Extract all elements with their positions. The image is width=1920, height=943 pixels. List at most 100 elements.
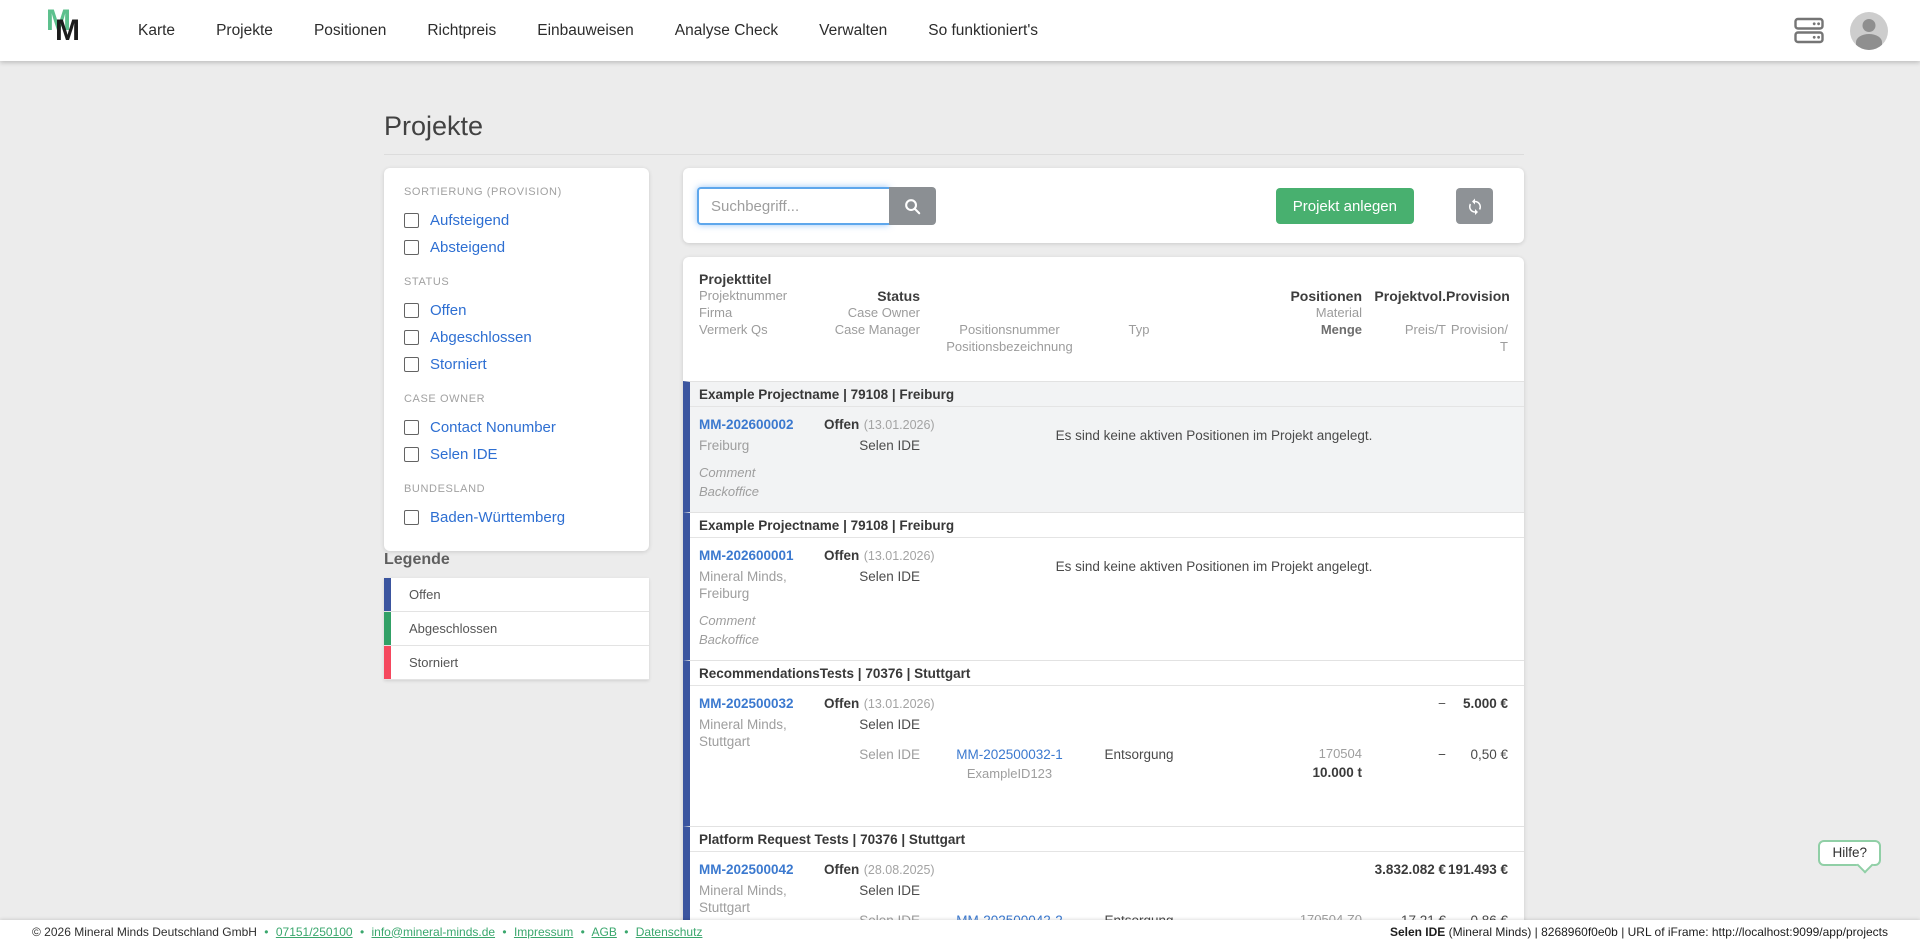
footer-separator: • [624,924,629,939]
position-provision: 0,50 € [1470,747,1508,762]
status-date: (13.01.2026) [863,418,935,432]
checkbox-icon[interactable] [404,447,419,462]
col-positionen: Positionen [1290,288,1362,304]
status-badge: Offen [824,417,860,432]
search-button[interactable] [889,187,936,225]
search-group [697,187,936,225]
footer-phone-link[interactable]: 07151/250100 [276,925,353,939]
legend-title: Legende [384,551,450,568]
project-volume: − [1438,696,1446,711]
nav-item-projekte[interactable]: Projekte [216,22,273,40]
footer-left: © 2026 Mineral Minds Deutschland GmbH • … [32,925,702,939]
case-owner: Selen IDE [859,569,920,584]
refresh-icon [1468,198,1481,215]
header-col-positionen: Positionen Material Menge [1179,271,1362,356]
search-input[interactable] [697,187,889,225]
filter-option-label[interactable]: Abgeschlossen [430,329,532,346]
user-avatar-icon[interactable] [1850,11,1888,50]
project-row-group[interactable]: Example Projectname | 79108 | Freiburg M… [683,381,1524,512]
checkbox-icon[interactable] [404,240,419,255]
project-status-cell: Offen (13.01.2026) Selen IDE [824,547,935,585]
filter-option-absteigend[interactable]: Absteigend [404,234,629,261]
filter-sidebar: SORTIERUNG (PROVISION) Aufsteigend Abste… [384,168,649,551]
project-firma: Mineral Minds, Stuttgart [699,883,787,915]
filter-option-abgeschlossen[interactable]: Abgeschlossen [404,324,629,351]
footer-datenschutz-link[interactable]: Datenschutz [636,925,703,939]
nav-item-richtpreis[interactable]: Richtpreis [427,22,496,40]
checkbox-icon[interactable] [404,420,419,435]
nav-item-karte[interactable]: Karte [138,22,175,40]
filter-section-sortierung: SORTIERUNG (PROVISION) Aufsteigend Abste… [404,186,629,261]
project-row-group[interactable]: Example Projectname | 79108 | Freiburg M… [683,512,1524,660]
project-row-group[interactable]: RecommendationsTests | 70376 | Stuttgart… [683,660,1524,826]
checkbox-icon[interactable] [404,510,419,525]
project-row: MM-202600002 Freiburg Comment Backoffice… [690,407,1524,512]
filter-option-label[interactable]: Absteigend [430,239,505,256]
col-projektvol: Projektvol. [1374,288,1446,304]
position-number-cell: MM-202500042-2 Test Direkt Übernehmen [920,912,1099,920]
footer-impressum-link[interactable]: Impressum [514,925,573,939]
filter-option-label[interactable]: Baden-Württemberg [430,509,565,526]
project-firma: Mineral Minds, Freiburg [699,569,787,601]
col-projektnummer: Projektnummer [699,288,788,303]
header-col-typ: Typ [1099,271,1179,356]
position-number-link[interactable]: MM-202500032-1 [956,747,1063,762]
checkbox-icon[interactable] [404,330,419,345]
col-preis-t: Preis/T [1404,322,1446,337]
project-number-link[interactable]: MM-202500032 [699,695,794,712]
status-badge: Offen [824,548,860,563]
position-number-link[interactable]: MM-202500042-2 [956,913,1063,920]
checkbox-icon[interactable] [404,357,419,372]
project-comment: Comment [699,465,756,480]
filter-option-storniert[interactable]: Storniert [404,351,629,378]
filter-option-label[interactable]: Aufsteigend [430,212,509,229]
footer-agb-link[interactable]: AGB [592,925,617,939]
position-material: 170504 [1318,746,1362,761]
filter-section-label: STATUS [404,276,450,288]
nav-item-einbauweisen[interactable]: Einbauweisen [537,22,634,40]
filter-option-aufsteigend[interactable]: Aufsteigend [404,207,629,234]
position-case-manager: Selen IDE [824,912,920,920]
filter-option-label[interactable]: Contact Nonumber [430,419,556,436]
filter-option-label[interactable]: Selen IDE [430,446,498,463]
filter-option-contact-nonumber[interactable]: Contact Nonumber [404,414,629,441]
checkbox-icon[interactable] [404,213,419,228]
col-positionsbezeichnung: Positionsbezeichnung [946,339,1073,354]
position-preis: 17,21 € [1362,912,1446,920]
project-number-link[interactable]: MM-202500042 [699,861,794,878]
project-backoffice: Backoffice [699,484,759,499]
filter-option-label[interactable]: Storniert [430,356,487,373]
filter-option-baden-wuerttemberg[interactable]: Baden-Württemberg [404,504,629,531]
position-material-cell: 170504 10.000 t [1179,746,1362,782]
project-number-link[interactable]: MM-202600001 [699,547,794,564]
filter-section-case-owner: CASE OWNER Contact Nonumber Selen IDE [404,393,629,468]
legend-color-bar [384,612,391,645]
header-col-projektvol: Projektvol. Preis/T [1362,271,1446,356]
create-project-button[interactable]: Projekt anlegen [1275,188,1414,224]
project-volume: 3.832.082 € [1374,862,1446,877]
nav-item-so-funktionierts[interactable]: So funktioniert's [928,22,1038,40]
footer-separator: • [502,924,507,939]
empty-positions-message: Es sind keine aktiven Positionen im Proj… [1055,427,1373,443]
nav-item-verwalten[interactable]: Verwalten [819,22,887,40]
filter-option-label[interactable]: Offen [430,302,466,319]
col-provision-t-2: T [1500,339,1508,354]
project-comment: Comment [699,613,756,628]
filter-option-offen[interactable]: Offen [404,297,629,324]
nav-item-positionen[interactable]: Positionen [314,22,386,40]
help-button[interactable]: Hilfe? [1818,840,1881,866]
server-stack-icon[interactable] [1794,17,1824,44]
checkbox-icon[interactable] [404,303,419,318]
project-id-cell: MM-202600001 Mineral Minds, Freiburg Com… [699,547,824,648]
footer-email-link[interactable]: info@mineral-minds.de [371,925,495,939]
filter-option-selen-ide[interactable]: Selen IDE [404,441,629,468]
project-number-link[interactable]: MM-202600002 [699,416,794,433]
mineral-minds-logo-icon[interactable]: M M [42,4,88,54]
avatar-body [1856,33,1882,50]
col-typ: Typ [1128,322,1150,337]
search-toolbar-card: Projekt anlegen [683,168,1524,243]
refresh-button[interactable] [1456,188,1493,224]
project-id-cell: MM-202600002 Freiburg Comment Backoffice [699,416,824,500]
project-row-group[interactable]: Platform Request Tests | 70376 | Stuttga… [683,826,1524,920]
nav-item-analyse-check[interactable]: Analyse Check [675,22,778,40]
